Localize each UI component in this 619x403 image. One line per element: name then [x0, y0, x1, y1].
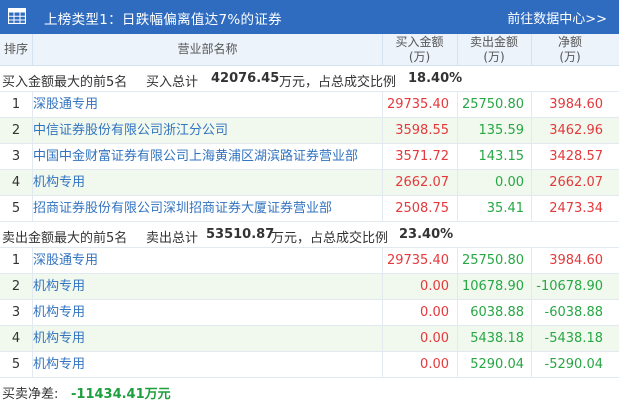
dept-name-link[interactable]: 机构专用: [33, 170, 85, 196]
net-amount: 2662.07: [549, 175, 603, 190]
col-sell-title: 卖出金额: [469, 35, 518, 49]
dept-name-link[interactable]: 机构专用: [33, 326, 85, 352]
row-rank: 4: [11, 175, 21, 190]
table-header-bar: 上榜类型1：日跌幅偏离值达7%的证券 前往数据中心>>: [0, 0, 619, 34]
buy-unit-text: 万元，占总成交比例: [279, 75, 397, 90]
sell-ratio: 23.40%: [399, 227, 454, 242]
table-row: 4 机构专用 0.00 5438.18 -5438.18: [0, 326, 619, 352]
net-amount: 3462.96: [549, 123, 603, 138]
sell-amount: 25750.80: [461, 253, 524, 268]
data-center-link[interactable]: 前往数据中心>>: [507, 8, 607, 27]
column-header-row: 排序 营业部名称 买入金额 (万) 卖出金额 (万) 净额 (万): [0, 34, 619, 66]
buy-summary: 买入金额最大的前5名 买入总计 42076.45 万元，占总成交比例 18.40…: [0, 66, 619, 92]
dept-name-link[interactable]: 深股通专用: [33, 248, 98, 274]
net-amount: 3428.57: [549, 149, 603, 164]
table-row: 2 中信证券股份有限公司浙江分公司 3598.55 135.59 3462.96: [0, 118, 619, 144]
table-row: 2 机构专用 0.00 10678.90 -10678.90: [0, 274, 619, 300]
buy-amount: 0.00: [420, 331, 449, 346]
row-rank: 2: [11, 279, 21, 294]
dept-name-link[interactable]: 深股通专用: [33, 92, 98, 118]
row-rank: 3: [11, 149, 21, 164]
net-diff-value: -11434.41万元: [71, 387, 171, 402]
sell-amount: 143.15: [478, 149, 525, 164]
buy-amount: 2662.07: [395, 175, 449, 190]
dept-name-link[interactable]: 机构专用: [33, 274, 85, 300]
net-amount: 3984.60: [549, 97, 603, 112]
table-row: 4 机构专用 2662.07 0.00 2662.07: [0, 170, 619, 196]
col-rank: 排序: [3, 42, 28, 56]
sell-summary-prefix: 卖出金额最大的前5名: [2, 231, 128, 246]
col-net: 净额 (万): [531, 35, 609, 65]
dept-name-link[interactable]: 招商证券股份有限公司深圳招商证券大厦证券营业部: [33, 196, 332, 222]
table-row: 1 深股通专用 29735.40 25750.80 3984.60: [0, 248, 619, 274]
sell-amount: 6038.88: [470, 305, 524, 320]
row-rank: 2: [11, 123, 21, 138]
dept-name-link[interactable]: 中信证券股份有限公司浙江分公司: [33, 118, 228, 144]
sell-total-label: 卖出总计: [146, 231, 199, 246]
table-row: 1 深股通专用 29735.40 25750.80 3984.60: [0, 92, 619, 118]
sell-amount: 5438.18: [470, 331, 524, 346]
buy-amount: 2508.75: [395, 201, 449, 216]
net-diff-label: 买卖净差:: [2, 387, 59, 402]
buy-amount: 3571.72: [395, 149, 449, 164]
row-rank: 4: [11, 331, 21, 346]
net-amount: -6038.88: [544, 305, 603, 320]
sell-summary: 卖出金额最大的前5名 卖出总计 53510.87 万元，占总成交比例 23.40…: [0, 222, 619, 248]
net-amount: -5438.18: [544, 331, 603, 346]
row-rank: 5: [11, 357, 21, 372]
buy-total-label: 买入总计: [146, 75, 199, 90]
buy-amount: 0.00: [420, 305, 449, 320]
buy-amount: 29735.40: [386, 253, 449, 268]
row-rank: 1: [11, 253, 21, 268]
list-type-title: 上榜类型1：日跌幅偏离值达7%的证券: [44, 12, 282, 28]
buy-total-value: 42076.45: [211, 71, 280, 86]
sell-amount: 5290.04: [470, 357, 524, 372]
buy-summary-prefix: 买入金额最大的前5名: [2, 75, 128, 90]
col-buy: 买入金额 (万): [382, 35, 457, 65]
sell-amount: 25750.80: [461, 97, 524, 112]
buy-amount: 3598.55: [395, 123, 449, 138]
sell-amount: 135.59: [478, 123, 525, 138]
col-buy-unit: (万): [408, 50, 431, 64]
net-amount: 3984.60: [549, 253, 603, 268]
sell-amount: 35.41: [486, 201, 524, 216]
row-rank: 1: [11, 97, 21, 112]
net-amount: -5290.04: [544, 357, 603, 372]
col-net-title: 净额: [557, 35, 582, 49]
net-amount: 2473.34: [549, 201, 603, 216]
sell-unit-text: 万元，占总成交比例: [271, 231, 389, 246]
buy-amount: 0.00: [420, 357, 449, 372]
col-net-unit: (万): [559, 50, 581, 64]
col-sell-unit: (万): [483, 50, 505, 64]
row-rank: 5: [11, 201, 21, 216]
net-amount: -10678.90: [536, 279, 603, 294]
net-difference-footer: 买卖净差: -11434.41万元: [0, 380, 619, 403]
sell-total-value: 53510.87: [206, 227, 275, 242]
table-icon: [7, 7, 27, 25]
sell-amount: 10678.90: [461, 279, 524, 294]
sell-amount: 0.00: [495, 175, 524, 190]
col-buy-title: 买入金额: [395, 35, 444, 49]
dept-name-link[interactable]: 机构专用: [33, 300, 85, 326]
buy-amount: 29735.40: [386, 97, 449, 112]
table-row: 3 中国中金财富证券有限公司上海黄浦区湖滨路证券营业部 3571.72 143.15 3…: [0, 144, 619, 170]
row-rank: 3: [11, 305, 21, 320]
table-row: 5 招商证券股份有限公司深圳招商证券大厦证券营业部 2508.75 35.41 2473…: [0, 196, 619, 222]
buy-ratio: 18.40%: [408, 71, 463, 86]
dept-name-link[interactable]: 机构专用: [33, 352, 85, 378]
table-row: 5 机构专用 0.00 5290.04 -5290.04: [0, 352, 619, 378]
dept-name-link[interactable]: 中国中金财富证券有限公司上海黄浦区湖滨路证券营业部: [33, 144, 358, 170]
buy-amount: 0.00: [420, 279, 449, 294]
col-sell: 卖出金额 (万): [457, 35, 531, 65]
table-row: 3 机构专用 0.00 6038.88 -6038.88: [0, 300, 619, 326]
col-dept-name: 营业部名称: [177, 42, 238, 56]
